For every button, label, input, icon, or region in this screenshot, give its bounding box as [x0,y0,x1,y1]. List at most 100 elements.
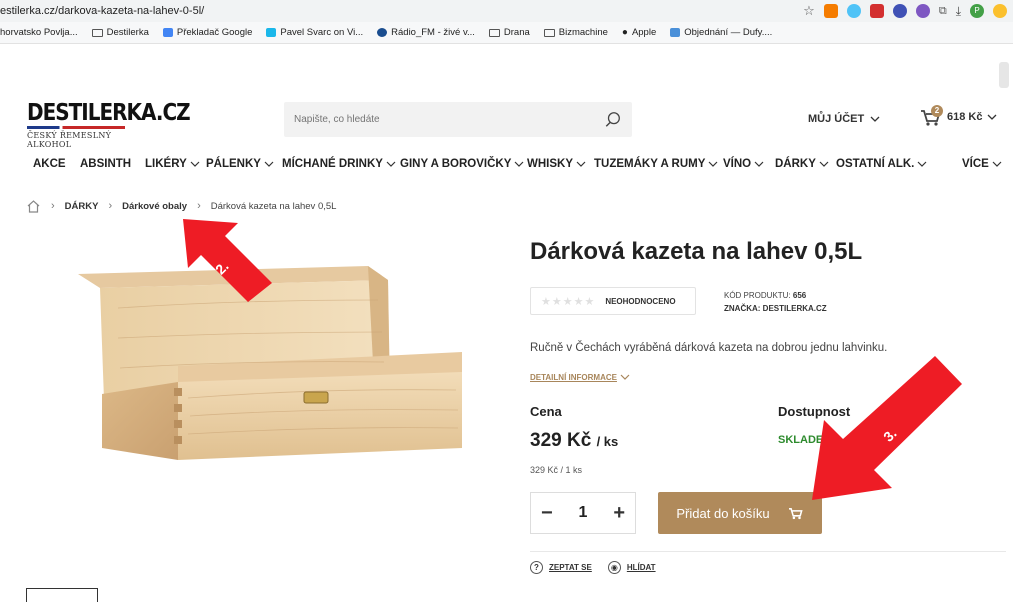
nav-label: VÍCE [962,158,989,170]
extension-icon[interactable] [823,4,838,18]
divider [530,551,1006,552]
ask-question-link[interactable]: ? ZEPTAT SE [530,561,592,574]
puzzle-icon[interactable]: ⧉ [939,5,947,18]
cart-count-badge: 2 [931,105,943,117]
extension-icon-2[interactable] [892,4,907,18]
chevron-down-icon [386,161,396,167]
nav-item-akce[interactable]: AKCE [33,158,66,170]
browser-address-bar[interactable]: estilerka.cz/darkova-kazeta-na-lahev-0-5… [0,0,1013,22]
product-thumbnail[interactable] [26,588,98,602]
quantity-increase-button[interactable]: + [613,502,625,525]
bookmark-item[interactable]: Objednání — Dufy.... [670,27,772,38]
bookmark-item[interactable]: Pavel Svarc on Vi... [266,27,363,38]
product-code-value: 656 [792,291,807,300]
nav-item-likery[interactable]: LIKÉRY [145,158,200,170]
nav-label: DÁRKY [775,158,816,170]
quantity-value[interactable]: 1 [579,504,588,522]
profile-avatar-2[interactable] [993,4,1007,18]
bookmark-item[interactable]: ● Apple [622,27,656,38]
vimeo-icon [266,28,277,37]
detail-info-link[interactable]: DETAILNÍ INFORMACE [530,372,630,382]
site-logo[interactable]: DESTILERKA.CZ ČESKÝ ŘEMESLNÝ ALKOHOL [27,98,191,149]
breadcrumb-separator-icon: › [108,200,113,212]
cart-button[interactable]: 2 618 Kč [920,105,997,127]
annotation-arrow-3-label: 3. [880,425,900,445]
account-menu[interactable]: MŮJ ÚČET [808,113,880,125]
nav-item-vice[interactable]: VÍCE [962,158,1002,170]
search-input[interactable] [284,114,584,125]
home-icon[interactable] [26,199,41,213]
bookmark-label: Destilerka [106,27,149,38]
bookmark-label: Bizmachine [558,27,608,38]
nav-label: TUZEMÁKY A RUMY [594,158,706,170]
nav-item-absinth[interactable]: ABSINTH [80,158,131,170]
product-image[interactable] [78,248,468,483]
nav-item-darky[interactable]: DÁRKY [775,158,829,170]
product-code-label: KÓD PRODUKTU: [724,291,791,300]
breadcrumb-darky[interactable]: DÁRKY [65,201,99,212]
product-description: Ručně v Čechách vyráběná dárková kazeta … [530,342,888,354]
watch-link[interactable]: ◉ HLÍDAT [607,561,656,574]
logo-flag-rule [27,126,125,129]
rating-box[interactable]: ★★★★★ NEOHODNOCENO [530,287,696,315]
bookmark-item[interactable]: Překladač Google [162,27,253,38]
product-meta: KÓD PRODUKTU: 656 ZNAČKA: DESTILERKA.CZ [724,289,827,315]
nav-item-whisky[interactable]: WHISKY [527,158,586,170]
bookmark-item[interactable]: Drana [488,27,530,38]
bookmark-item[interactable]: Bizmachine [543,27,608,38]
cart-icon [788,508,803,520]
breadcrumb-separator-icon: › [197,200,201,212]
cloud-extension-icon[interactable] [846,4,861,18]
gear-extension-icon[interactable] [915,4,930,18]
product-title: Dárková kazeta na lahev 0,5L [530,238,863,265]
annotation-arrow-3: 3. [812,356,962,500]
product-price: 329 Kč / ks [530,430,618,452]
detail-info-label: DETAILNÍ INFORMACE [530,372,617,382]
nav-label: GINY A BOROVIČKY [400,158,512,170]
product-actions: ? ZEPTAT SE ◉ HLÍDAT [530,561,656,574]
scrollbar-thumb[interactable] [999,62,1009,88]
search-icon[interactable] [604,111,622,129]
brand-value[interactable]: DESTILERKA.CZ [763,304,827,313]
bookmark-label: Překladač Google [176,27,253,38]
nav-item-palenky[interactable]: PÁLENKY [206,158,274,170]
bookmark-star-icon[interactable]: ☆ [803,3,815,19]
watch-label: HLÍDAT [626,563,656,572]
nav-item-vino[interactable]: VÍNO [723,158,764,170]
chevron-down-icon [870,116,880,122]
download-icon[interactable]: ⤓ [956,4,961,19]
add-to-cart-button[interactable]: Přidat do košíku [658,492,822,534]
question-icon: ? [530,561,543,574]
quantity-decrease-button[interactable]: − [541,502,553,525]
url-text[interactable]: estilerka.cz/darkova-kazeta-na-lahev-0-5… [0,5,204,17]
nav-label: PÁLENKY [206,158,261,170]
logo-wordmark: DESTILERKA.CZ [27,98,191,126]
top-links-strip [0,44,1013,52]
profile-avatar[interactable]: P [970,4,984,18]
breadcrumb-darkove-obaly[interactable]: Dárkové obaly [122,201,187,212]
s-extension-icon[interactable] [869,4,884,18]
nav-item-tuzemaky[interactable]: TUZEMÁKY A RUMY [594,158,718,170]
nav-item-ostatni[interactable]: OSTATNÍ ALK. [836,158,927,170]
bookmark-item[interactable]: Rádio_FM - živé v... [377,27,475,38]
chevron-down-icon [819,161,829,167]
nav-item-giny[interactable]: GINY A BOROVIČKY [400,158,524,170]
document-icon [670,28,681,37]
bookmark-label: Drana [503,27,530,38]
chevron-down-icon [264,161,274,167]
rating-text: NEOHODNOCENO [605,296,676,306]
account-label: MŮJ ÚČET [808,113,865,125]
bookmark-item[interactable]: horvatsko Povlja... [0,27,78,38]
search-bar[interactable] [284,102,632,137]
chevron-down-icon [917,161,927,167]
nav-label: MÍCHANÉ DRINKY [282,158,383,170]
nav-label: ABSINTH [80,158,132,170]
chevron-down-icon [190,161,200,167]
bookmark-item[interactable]: Destilerka [91,27,149,38]
nav-item-michane-drinky[interactable]: MÍCHANÉ DRINKY [282,158,396,170]
availability-label: Dostupnost [778,404,851,419]
bookmark-label: Apple [631,27,657,38]
logo-tagline: ČESKÝ ŘEMESLNÝ ALKOHOL [27,131,112,149]
chevron-down-icon [754,161,764,167]
bookmark-label: horvatsko Povlja... [0,27,78,38]
